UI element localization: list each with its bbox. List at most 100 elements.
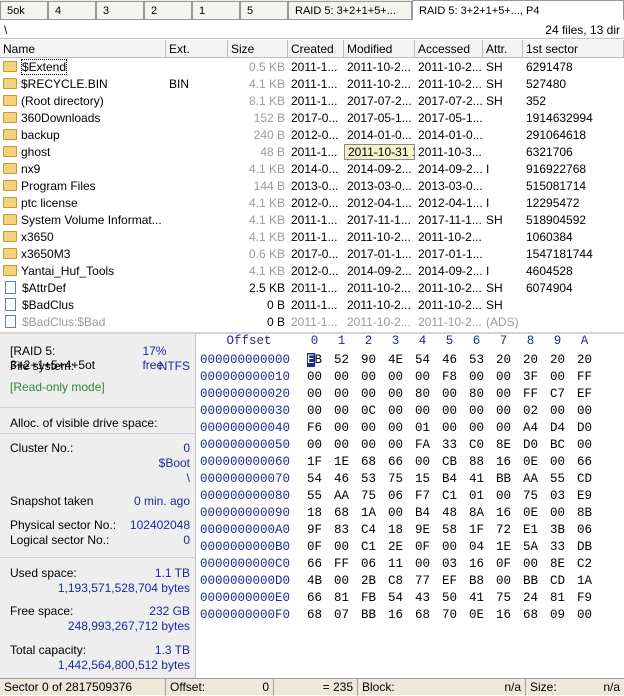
- hex-byte[interactable]: FF: [571, 370, 598, 384]
- hex-byte[interactable]: 46: [328, 472, 355, 486]
- hex-byte[interactable]: 66: [382, 455, 409, 469]
- file-row[interactable]: 360Downloads 152 B 2017-0... 2017-05-1... 20…: [0, 109, 624, 126]
- hex-byte[interactable]: 1E: [490, 540, 517, 554]
- hex-byte[interactable]: 2B: [355, 574, 382, 588]
- hex-byte[interactable]: 2E: [382, 540, 409, 554]
- col-name[interactable]: Name: [0, 40, 166, 57]
- col-first-sector[interactable]: 1st sector: [523, 40, 624, 57]
- file-row[interactable]: x3650M3 0.6 KB 2017-0... 2017-01-1... 2017-0…: [0, 245, 624, 262]
- hex-byte[interactable]: 16: [490, 608, 517, 622]
- hex-byte[interactable]: 58: [436, 523, 463, 537]
- hex-byte[interactable]: 03: [436, 557, 463, 571]
- hex-byte[interactable]: E1: [517, 523, 544, 537]
- hex-byte[interactable]: 16: [490, 455, 517, 469]
- hex-byte[interactable]: 00: [544, 404, 571, 418]
- hex-byte[interactable]: 81: [544, 591, 571, 605]
- hex-byte[interactable]: 75: [490, 591, 517, 605]
- hex-byte[interactable]: 00: [463, 370, 490, 384]
- hex-byte[interactable]: 0E: [463, 608, 490, 622]
- hex-byte[interactable]: 20: [544, 353, 571, 367]
- hex-byte[interactable]: 46: [436, 353, 463, 367]
- hex-byte[interactable]: C1: [355, 540, 382, 554]
- hex-byte[interactable]: 00: [382, 387, 409, 401]
- hex-byte[interactable]: 00: [571, 438, 598, 452]
- hex-byte[interactable]: B8: [463, 574, 490, 588]
- hex-byte[interactable]: 52: [328, 353, 355, 367]
- file-row[interactable]: $RECYCLE.BIN BIN 4.1 KB 2011-1... 2011-10-2.…: [0, 75, 624, 92]
- file-row[interactable]: backup 240 B 2012-0... 2014-01-0... 2014-01-…: [0, 126, 624, 143]
- hex-byte[interactable]: EF: [571, 387, 598, 401]
- hex-byte[interactable]: 1A: [571, 574, 598, 588]
- hex-byte[interactable]: 15: [409, 472, 436, 486]
- hex-byte[interactable]: 04: [463, 540, 490, 554]
- hex-byte[interactable]: AA: [517, 472, 544, 486]
- hex-byte[interactable]: 1F: [463, 523, 490, 537]
- hex-byte[interactable]: 1A: [355, 506, 382, 520]
- hex-byte[interactable]: 00: [301, 438, 328, 452]
- hex-byte[interactable]: 00: [490, 574, 517, 588]
- hex-byte[interactable]: 00: [328, 574, 355, 588]
- hex-byte[interactable]: 68: [409, 608, 436, 622]
- hex-byte[interactable]: 00: [355, 438, 382, 452]
- file-row[interactable]: System Volume Informat... 4.1 KB 2011-1...…: [0, 211, 624, 228]
- hex-byte[interactable]: 00: [328, 370, 355, 384]
- hex-byte[interactable]: 01: [409, 421, 436, 435]
- hex-byte[interactable]: 3B: [544, 523, 571, 537]
- hex-byte[interactable]: C7: [544, 387, 571, 401]
- hex-byte[interactable]: 1E: [328, 455, 355, 469]
- col-attr[interactable]: Attr.: [483, 40, 523, 57]
- hex-byte[interactable]: AA: [328, 489, 355, 503]
- hex-byte[interactable]: F9: [571, 591, 598, 605]
- hex-byte[interactable]: C0: [463, 438, 490, 452]
- hex-byte[interactable]: 68: [328, 506, 355, 520]
- hex-byte[interactable]: 00: [409, 455, 436, 469]
- tab-raid5[interactable]: RAID 5: 3+2+1+5+...: [288, 1, 412, 19]
- hex-byte[interactable]: 88: [463, 455, 490, 469]
- hex-byte[interactable]: 00: [301, 404, 328, 418]
- col-modified[interactable]: Modified: [344, 40, 415, 57]
- hex-byte[interactable]: 00: [544, 506, 571, 520]
- hex-byte[interactable]: FA: [409, 438, 436, 452]
- hex-byte[interactable]: 00: [490, 404, 517, 418]
- file-row[interactable]: (Root directory) 8.1 KB 2011-1... 2017-07-2…: [0, 92, 624, 109]
- hex-byte[interactable]: 20: [571, 353, 598, 367]
- hex-byte[interactable]: 66: [301, 557, 328, 571]
- tab-4[interactable]: 4: [48, 1, 96, 19]
- hex-byte[interactable]: C1: [436, 489, 463, 503]
- hex-byte[interactable]: BB: [517, 574, 544, 588]
- hex-byte[interactable]: 5A: [517, 540, 544, 554]
- hex-byte[interactable]: 0E: [517, 455, 544, 469]
- hex-byte[interactable]: 00: [571, 608, 598, 622]
- hex-byte[interactable]: 16: [463, 557, 490, 571]
- hex-byte[interactable]: D0: [517, 438, 544, 452]
- hex-byte[interactable]: 80: [463, 387, 490, 401]
- hex-byte[interactable]: 00: [490, 370, 517, 384]
- hex-byte[interactable]: 8E: [490, 438, 517, 452]
- hex-byte[interactable]: 54: [409, 353, 436, 367]
- hex-byte[interactable]: 3F: [517, 370, 544, 384]
- hex-byte[interactable]: 68: [301, 608, 328, 622]
- hex-byte[interactable]: B4: [409, 506, 436, 520]
- file-row[interactable]: x3650 4.1 KB 2011-1... 2011-10-2... 2011-10-…: [0, 228, 624, 245]
- file-row[interactable]: Yantai_Huf_Tools 4.1 KB 2012-0... 2014-09-2…: [0, 262, 624, 279]
- hex-byte[interactable]: 72: [490, 523, 517, 537]
- hex-byte[interactable]: 90: [355, 353, 382, 367]
- hex-byte[interactable]: B4: [436, 472, 463, 486]
- hex-byte[interactable]: 00: [301, 370, 328, 384]
- hex-byte[interactable]: 00: [436, 421, 463, 435]
- tab-raid5-p4[interactable]: RAID 5: 3+2+1+5+..., P4: [412, 0, 624, 20]
- hex-byte[interactable]: FB: [355, 591, 382, 605]
- hex-byte[interactable]: 20: [517, 353, 544, 367]
- hex-byte[interactable]: 0C: [355, 404, 382, 418]
- hex-byte[interactable]: 53: [463, 353, 490, 367]
- hex-byte[interactable]: 00: [409, 404, 436, 418]
- tab-5[interactable]: 5: [240, 1, 288, 19]
- hex-byte[interactable]: 00: [301, 387, 328, 401]
- hex-byte[interactable]: 0F: [301, 540, 328, 554]
- file-row[interactable]: $BadClus 0 B 2011-1... 2011-10-2... 2011-10-…: [0, 296, 624, 313]
- hex-byte[interactable]: 1F: [301, 455, 328, 469]
- hex-byte[interactable]: 83: [328, 523, 355, 537]
- hex-byte[interactable]: 33: [544, 540, 571, 554]
- hex-byte[interactable]: E9: [571, 489, 598, 503]
- hex-byte[interactable]: BB: [355, 608, 382, 622]
